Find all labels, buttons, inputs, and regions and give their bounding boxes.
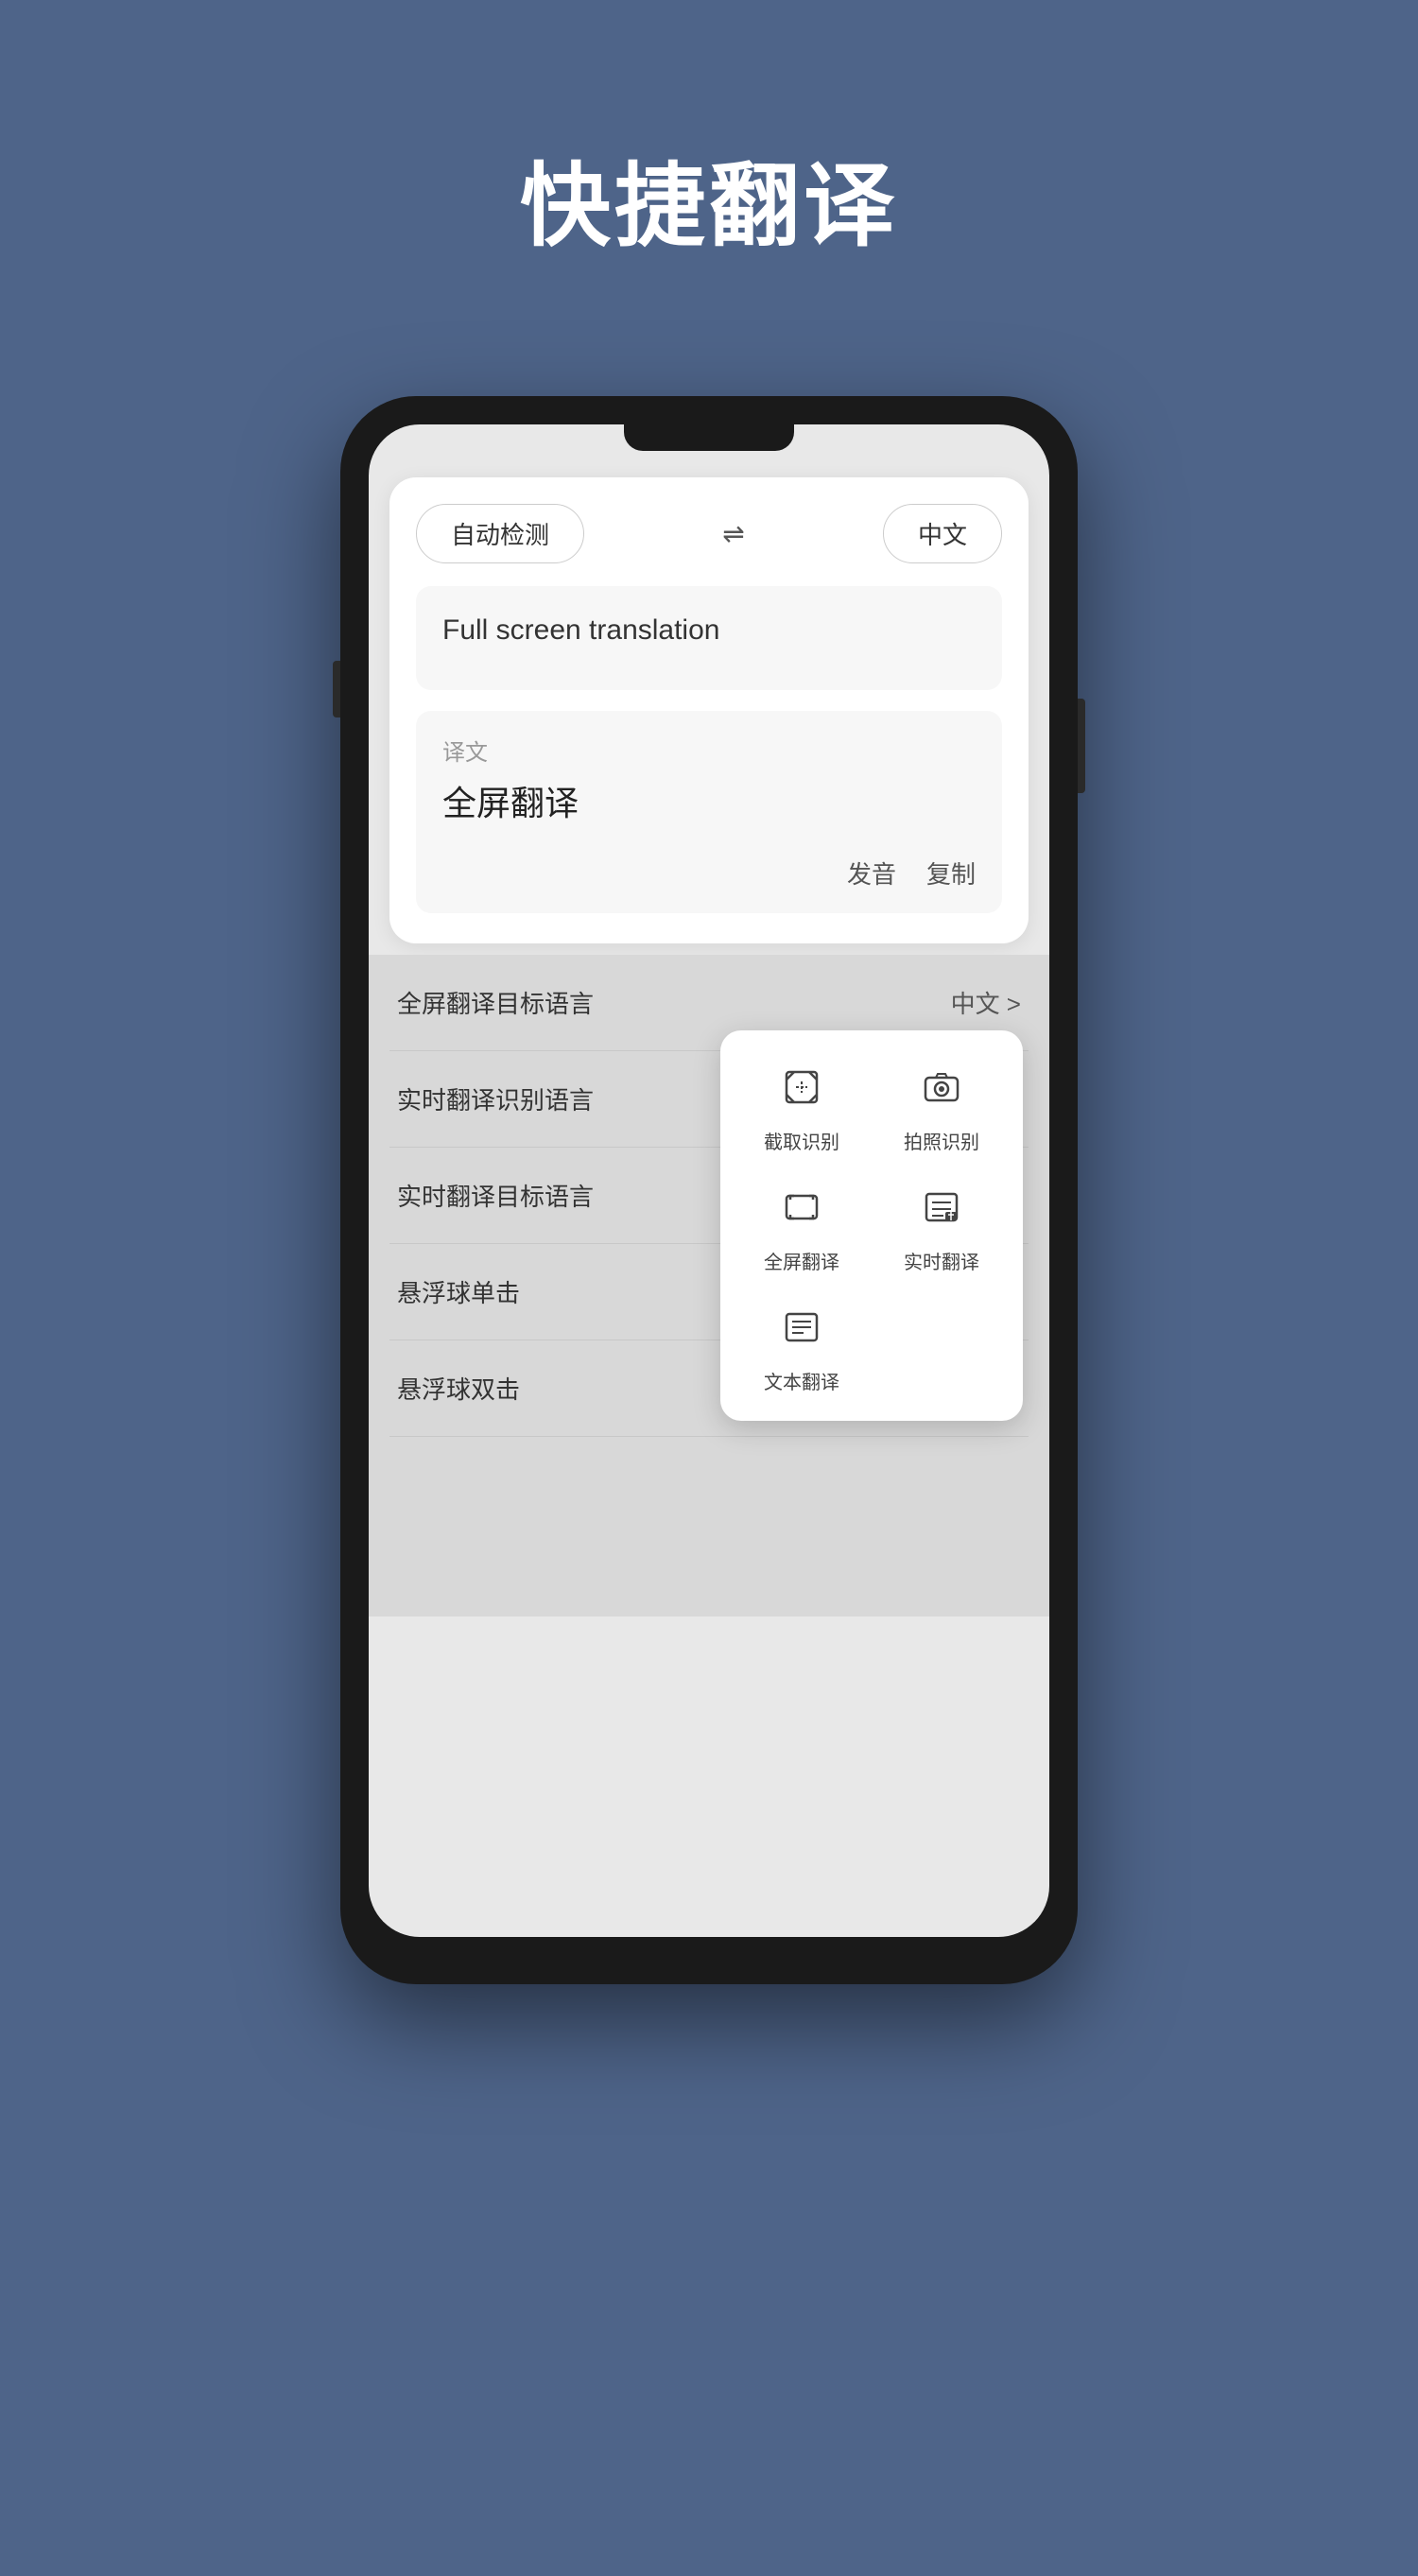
text-translate-icon — [771, 1297, 832, 1357]
settings-label: 实时翻译目标语言 — [397, 1178, 594, 1213]
swap-language-icon[interactable]: ⇌ — [722, 518, 744, 549]
float-item-text[interactable]: 文本翻译 — [743, 1297, 860, 1394]
settings-label: 实时翻译识别语言 — [397, 1081, 594, 1116]
settings-label: 悬浮球单击 — [397, 1274, 520, 1309]
fullscreen-icon — [771, 1177, 832, 1237]
float-item-camera[interactable]: 拍照识别 — [883, 1057, 1000, 1154]
float-item-realtime[interactable]: 实时翻译 — [883, 1177, 1000, 1274]
float-panel-grid: 截取识别 拍照识别 — [743, 1057, 1000, 1394]
result-label: 译文 — [442, 734, 976, 767]
float-label-screenshot: 截取识别 — [764, 1127, 839, 1154]
settings-label: 全屏翻译目标语言 — [397, 985, 594, 1020]
translation-result-area: 译文 全屏翻译 发音 复制 — [416, 711, 1002, 913]
float-label-fullscreen: 全屏翻译 — [764, 1247, 839, 1274]
translation-card: 自动检测 ⇌ 中文 Full screen translation 译文 全屏翻… — [389, 477, 1029, 943]
float-label-text: 文本翻译 — [764, 1367, 839, 1394]
source-text-area[interactable]: Full screen translation — [416, 586, 1002, 690]
phone-notch — [624, 424, 794, 451]
phone-button-right — [1078, 699, 1085, 793]
realtime-icon — [911, 1177, 972, 1237]
phone-shell: 自动检测 ⇌ 中文 Full screen translation 译文 全屏翻… — [340, 396, 1078, 1984]
result-actions: 发音 复制 — [442, 856, 976, 890]
screenshot-icon — [771, 1057, 832, 1117]
float-item-fullscreen[interactable]: 全屏翻译 — [743, 1177, 860, 1274]
pronounce-button[interactable]: 发音 — [847, 856, 896, 890]
float-label-camera: 拍照识别 — [904, 1127, 979, 1154]
settings-list: 全屏翻译目标语言 中文 > 实时翻译识别语言 实时翻译目标语言 悬浮球单击 功能… — [369, 955, 1049, 1616]
copy-button[interactable]: 复制 — [926, 856, 976, 890]
target-language-button[interactable]: 中文 — [883, 504, 1002, 563]
phone-button-left — [333, 661, 340, 717]
phone-mockup: 自动检测 ⇌ 中文 Full screen translation 译文 全屏翻… — [340, 396, 1078, 2003]
page-title: 快捷翻译 — [520, 132, 898, 264]
source-text: Full screen translation — [442, 609, 976, 651]
float-action-panel: 截取识别 拍照识别 — [720, 1030, 1023, 1421]
source-language-button[interactable]: 自动检测 — [416, 504, 584, 563]
settings-value: 中文 > — [951, 985, 1021, 1020]
phone-screen: 自动检测 ⇌ 中文 Full screen translation 译文 全屏翻… — [369, 424, 1049, 1937]
result-text: 全屏翻译 — [442, 778, 976, 829]
float-label-realtime: 实时翻译 — [904, 1247, 979, 1274]
settings-label: 悬浮球双击 — [397, 1371, 520, 1406]
camera-icon — [911, 1057, 972, 1117]
language-selector-row: 自动检测 ⇌ 中文 — [416, 504, 1002, 563]
float-item-screenshot[interactable]: 截取识别 — [743, 1057, 860, 1154]
